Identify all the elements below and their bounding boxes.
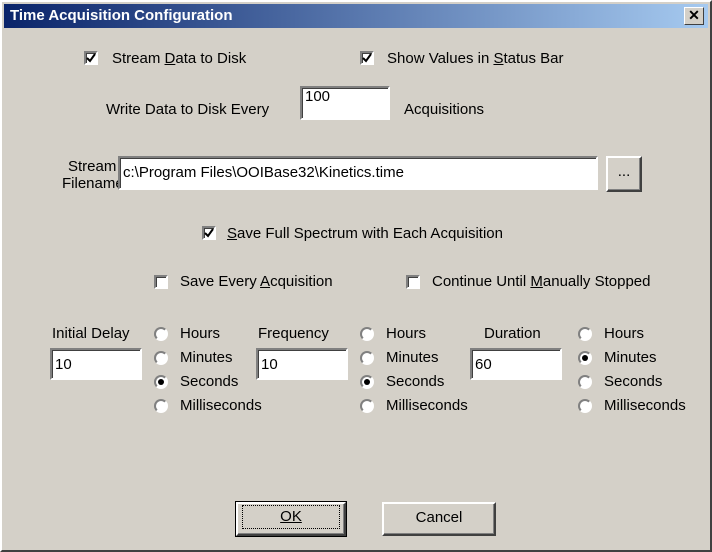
duration-seconds-radio[interactable] — [578, 375, 592, 389]
stream-to-disk-label[interactable]: Stream Data to Disk — [112, 50, 246, 67]
radio-label[interactable]: Seconds — [386, 373, 444, 390]
frequency-label: Frequency — [258, 325, 329, 342]
full-spectrum-label[interactable]: Save Full Spectrum with Each Acquisition — [227, 225, 503, 242]
radio-selected-dot — [158, 379, 164, 385]
frequency-milliseconds-radio[interactable] — [360, 399, 374, 413]
radio-label[interactable]: Milliseconds — [386, 397, 468, 414]
status-bar-checkbox[interactable] — [360, 51, 374, 65]
duration-minutes-radio[interactable] — [578, 351, 592, 365]
initial-delay-minutes-radio[interactable] — [154, 351, 168, 365]
status-bar-label[interactable]: Show Values in Status Bar — [387, 50, 564, 67]
duration-hours-radio[interactable] — [578, 327, 592, 341]
frequency-input[interactable]: 10 — [256, 348, 348, 380]
cancel-button[interactable]: Cancel — [382, 502, 496, 536]
checkmark-icon — [86, 53, 96, 63]
frequency-minutes-radio[interactable] — [360, 351, 374, 365]
initial-delay-milliseconds-radio[interactable] — [154, 399, 168, 413]
until-stopped-label[interactable]: Continue Until Manually Stopped — [432, 273, 650, 290]
duration-label: Duration — [484, 325, 541, 342]
ok-button[interactable]: OK — [235, 501, 347, 537]
dialog-window: Time Acquisition Configuration ✕ Stream … — [0, 0, 712, 552]
stream-filename-label: Stream Filename — [62, 158, 124, 192]
until-stopped-checkbox[interactable] — [406, 275, 420, 289]
acquisitions-label: Acquisitions — [404, 101, 485, 118]
checkmark-icon — [362, 53, 372, 63]
radio-label[interactable]: Seconds — [604, 373, 662, 390]
initial-delay-input[interactable]: 10 — [50, 348, 142, 380]
duration-input[interactable]: 60 — [470, 348, 562, 380]
every-acquisition-checkbox[interactable] — [154, 275, 168, 289]
radio-label[interactable]: Milliseconds — [180, 397, 262, 414]
radio-label[interactable]: Minutes — [386, 349, 439, 366]
radio-selected-dot — [582, 355, 588, 361]
every-acquisition-label[interactable]: Save Every Acquisition — [180, 273, 333, 290]
frequency-hours-radio[interactable] — [360, 327, 374, 341]
radio-label[interactable]: Hours — [180, 325, 220, 342]
radio-label[interactable]: Minutes — [180, 349, 233, 366]
radio-selected-dot — [364, 379, 370, 385]
window-title: Time Acquisition Configuration — [10, 7, 233, 24]
radio-label[interactable]: Seconds — [180, 373, 238, 390]
write-every-input[interactable]: 100 — [300, 86, 390, 120]
radio-label[interactable]: Hours — [386, 325, 426, 342]
title-bar[interactable]: Time Acquisition Configuration ✕ — [4, 4, 708, 28]
close-icon[interactable]: ✕ — [684, 7, 704, 25]
ok-button-label: OK — [242, 505, 340, 529]
initial-delay-seconds-radio[interactable] — [154, 375, 168, 389]
initial-delay-hours-radio[interactable] — [154, 327, 168, 341]
browse-button[interactable]: ... — [606, 156, 642, 192]
radio-label[interactable]: Milliseconds — [604, 397, 686, 414]
radio-label[interactable]: Minutes — [604, 349, 657, 366]
checkmark-icon — [204, 228, 214, 238]
write-every-label: Write Data to Disk Every — [106, 101, 270, 118]
frequency-seconds-radio[interactable] — [360, 375, 374, 389]
radio-label[interactable]: Hours — [604, 325, 644, 342]
full-spectrum-checkbox[interactable] — [202, 226, 216, 240]
stream-filename-input[interactable]: c:\Program Files\OOIBase32\Kinetics.time — [118, 156, 598, 190]
stream-to-disk-checkbox[interactable] — [84, 51, 98, 65]
initial-delay-label: Initial Delay — [52, 325, 130, 342]
duration-milliseconds-radio[interactable] — [578, 399, 592, 413]
